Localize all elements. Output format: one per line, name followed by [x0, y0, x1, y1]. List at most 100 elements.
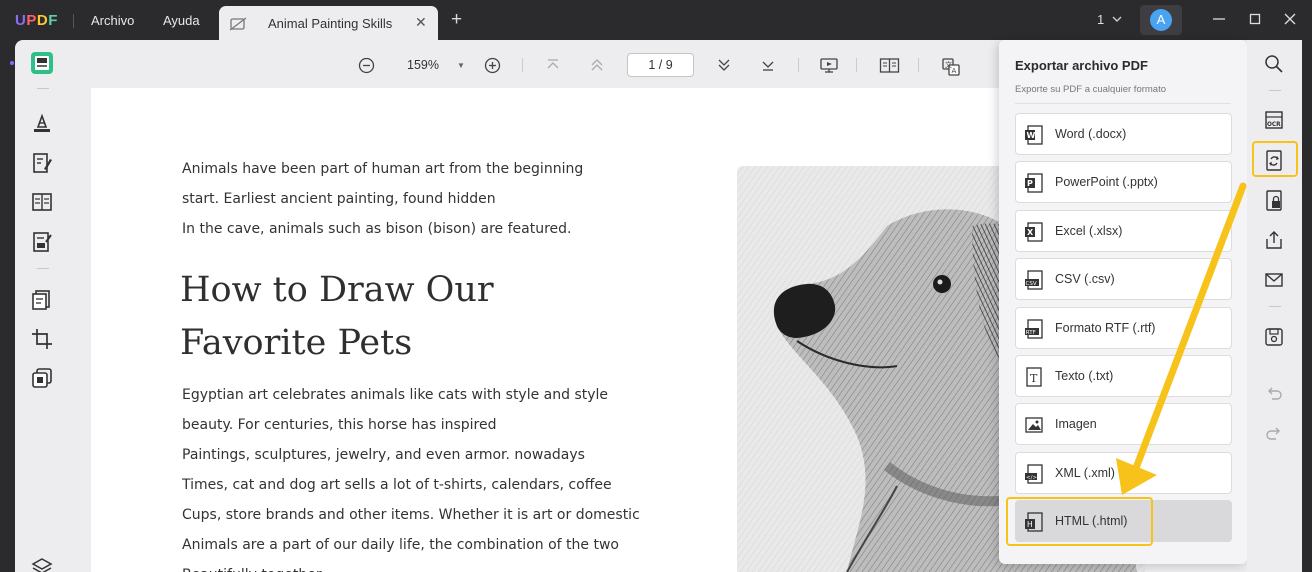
divider	[1015, 103, 1231, 104]
body-paragraph: Egyptian art celebrates animals like cat…	[182, 380, 662, 572]
first-page-icon[interactable]	[545, 57, 561, 78]
svg-text:RTF: RTF	[1026, 330, 1036, 336]
page-tools-icon[interactable]	[30, 288, 54, 317]
text-line: beauty. For centuries, this horse has in…	[182, 417, 497, 433]
export-pdf-panel: Exportar archivo PDF Exporte su PDF a cu…	[999, 40, 1247, 564]
menu-archivo[interactable]: Archivo	[91, 13, 134, 28]
section-heading: How to Draw Our Favorite Pets	[180, 264, 680, 370]
new-tab-button[interactable]: +	[451, 10, 462, 29]
option-label: XML (.xml)	[1055, 466, 1115, 480]
zoom-dropdown-icon[interactable]: ▼	[457, 61, 465, 70]
previous-page-icon[interactable]	[589, 57, 605, 78]
option-label: Imagen	[1055, 417, 1097, 431]
powerpoint-file-icon: P	[1025, 173, 1043, 198]
search-icon[interactable]	[1264, 54, 1284, 79]
zoom-level[interactable]: 159%	[407, 58, 439, 72]
account-button[interactable]: A	[1140, 5, 1182, 35]
crop-icon[interactable]	[30, 327, 54, 356]
export-csv-option[interactable]: CSV CSV (.csv)	[1015, 258, 1232, 300]
export-powerpoint-option[interactable]: P PowerPoint (.pptx)	[1015, 161, 1232, 203]
text-line: Beautifully together.	[182, 560, 662, 572]
organize-pages-icon[interactable]	[30, 190, 54, 219]
divider	[522, 58, 523, 72]
divider	[37, 88, 49, 89]
reader-mode-icon[interactable]	[30, 51, 54, 80]
redo-icon[interactable]	[1264, 424, 1284, 449]
form-icon[interactable]	[30, 230, 54, 259]
text-line: Cups, store brands and other items. Whet…	[182, 507, 640, 523]
divider	[918, 58, 919, 72]
no-edit-icon	[229, 16, 247, 37]
email-icon[interactable]	[1264, 270, 1284, 295]
option-label: Word (.docx)	[1055, 127, 1127, 141]
undo-icon[interactable]	[1264, 384, 1284, 409]
left-toolbar	[15, 40, 70, 572]
excel-file-icon: X	[1025, 222, 1043, 247]
export-image-option[interactable]: Imagen	[1015, 403, 1232, 445]
divider	[73, 14, 74, 28]
panel-subtitle: Exporte su PDF a cualquier formato	[1015, 84, 1167, 95]
heading-line: How to Draw Our	[180, 270, 494, 310]
export-rtf-option[interactable]: RTF Formato RTF (.rtf)	[1015, 307, 1232, 349]
word-file-icon: W	[1025, 125, 1043, 150]
text-line: start. Earliest ancient painting, found …	[182, 191, 496, 207]
export-txt-option[interactable]: T Texto (.txt)	[1015, 355, 1232, 397]
app-logo: UPDF	[15, 12, 58, 29]
divider	[1269, 306, 1281, 307]
document-tab[interactable]: Animal Painting Skills ✕	[219, 6, 438, 42]
svg-text:</>: </>	[1026, 475, 1037, 481]
svg-text:CSV: CSV	[1026, 281, 1037, 287]
zoom-out-icon[interactable]	[358, 57, 375, 79]
minimize-icon[interactable]	[1211, 11, 1227, 32]
edit-pdf-icon[interactable]	[30, 151, 54, 180]
save-icon[interactable]	[1264, 327, 1284, 352]
layers-copy-icon[interactable]	[30, 366, 54, 395]
text-line: Animals have been part of human art from…	[182, 161, 584, 177]
export-word-option[interactable]: W Word (.docx)	[1015, 113, 1232, 155]
maximize-icon[interactable]	[1247, 11, 1263, 32]
svg-text:W: W	[1027, 131, 1036, 140]
zoom-in-icon[interactable]	[484, 57, 501, 79]
divider	[798, 58, 799, 72]
intro-paragraph: Animals have been part of human art from…	[182, 154, 652, 244]
avatar: A	[1150, 9, 1172, 31]
export-xml-option[interactable]: </> XML (.xml)	[1015, 452, 1232, 494]
option-label: Excel (.xlsx)	[1055, 224, 1123, 238]
svg-text:P: P	[1027, 179, 1033, 188]
text-line: Paintings, sculptures, jewelry, and even…	[182, 447, 585, 463]
xml-file-icon: </>	[1025, 464, 1043, 489]
divider	[1269, 90, 1281, 91]
option-label: Formato RTF (.rtf)	[1055, 321, 1156, 335]
next-page-icon[interactable]	[716, 57, 732, 78]
panel-title: Exportar archivo PDF	[1015, 58, 1148, 73]
chevron-down-icon[interactable]	[1111, 12, 1123, 31]
last-page-icon[interactable]	[760, 57, 776, 78]
option-label: CSV (.csv)	[1055, 272, 1115, 286]
ocr-icon[interactable]: OCR	[1264, 110, 1284, 135]
tab-title: Animal Painting Skills	[268, 16, 393, 31]
page-layout-icon[interactable]	[879, 57, 900, 79]
option-label: Texto (.txt)	[1055, 369, 1114, 383]
divider	[856, 58, 857, 72]
status-dot	[10, 61, 14, 65]
text-file-icon: T	[1025, 367, 1043, 392]
menu-ayuda[interactable]: Ayuda	[163, 13, 200, 28]
comment-icon[interactable]	[30, 111, 54, 140]
share-icon[interactable]	[1264, 230, 1284, 255]
image-file-icon	[1025, 415, 1043, 440]
text-line: Egyptian art celebrates animals like cat…	[182, 387, 609, 403]
layers-icon[interactable]	[30, 555, 54, 572]
presentation-icon[interactable]	[819, 57, 839, 79]
text-line: Animals are a part of our daily life, th…	[182, 537, 619, 553]
convert-button-highlight	[1252, 141, 1298, 177]
close-tab-icon[interactable]: ✕	[415, 14, 427, 31]
csv-file-icon: CSV	[1025, 270, 1043, 295]
window-count: 1	[1097, 12, 1105, 27]
translate-icon[interactable]: 文A	[941, 57, 961, 82]
export-excel-option[interactable]: X Excel (.xlsx)	[1015, 210, 1232, 252]
title-bar: UPDF Archivo Ayuda Animal Painting Skill…	[0, 0, 1312, 42]
heading-line: Favorite Pets	[180, 323, 413, 363]
window-close-icon[interactable]	[1282, 11, 1298, 32]
protect-pdf-icon[interactable]	[1264, 190, 1284, 217]
page-number-input[interactable]: 1 / 9	[627, 53, 694, 77]
